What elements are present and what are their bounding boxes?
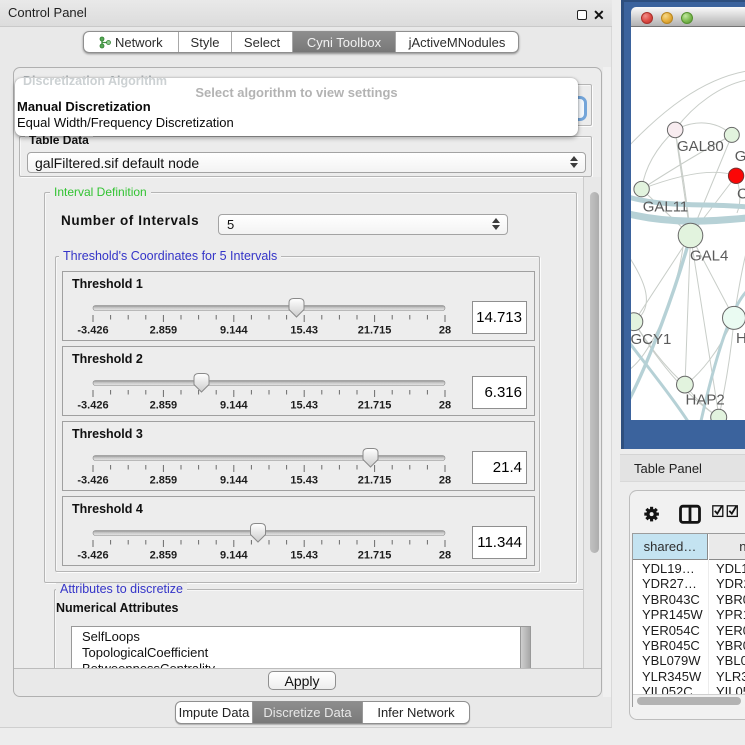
svg-text:21.715: 21.715 — [358, 400, 392, 412]
svg-text:GA: GA — [735, 148, 745, 165]
svg-text:GAL11: GAL11 — [643, 199, 689, 216]
svg-text:-3.426: -3.426 — [77, 475, 108, 487]
svg-text:-3.426: -3.426 — [77, 550, 108, 562]
svg-text:-3.426: -3.426 — [77, 325, 108, 337]
svg-text:28: 28 — [439, 400, 451, 412]
svg-text:28: 28 — [439, 550, 451, 562]
svg-text:C: C — [737, 186, 745, 203]
svg-text:15.43: 15.43 — [290, 325, 318, 337]
svg-text:9.144: 9.144 — [220, 325, 248, 337]
svg-text:21.715: 21.715 — [358, 325, 392, 337]
svg-text:2.859: 2.859 — [150, 400, 178, 412]
svg-text:15.43: 15.43 — [290, 475, 318, 487]
svg-text:GAL4: GAL4 — [690, 248, 728, 265]
svg-text:28: 28 — [439, 325, 451, 337]
svg-text:9.144: 9.144 — [220, 550, 248, 562]
svg-text:HAP2: HAP2 — [686, 392, 725, 409]
svg-text:28: 28 — [439, 475, 451, 487]
svg-text:GAL80: GAL80 — [677, 138, 724, 155]
svg-text:15.43: 15.43 — [290, 400, 318, 412]
svg-text:15.43: 15.43 — [290, 550, 318, 562]
svg-text:-3.426: -3.426 — [77, 400, 108, 412]
svg-text:21.715: 21.715 — [358, 550, 392, 562]
svg-text:GCY1: GCY1 — [631, 331, 671, 348]
svg-text:2.859: 2.859 — [150, 550, 178, 562]
svg-text:2.859: 2.859 — [150, 475, 178, 487]
svg-text:H: H — [736, 330, 745, 347]
svg-text:9.144: 9.144 — [220, 475, 248, 487]
svg-text:21.715: 21.715 — [358, 475, 392, 487]
svg-text:9.144: 9.144 — [220, 400, 248, 412]
svg-text:2.859: 2.859 — [150, 325, 178, 337]
